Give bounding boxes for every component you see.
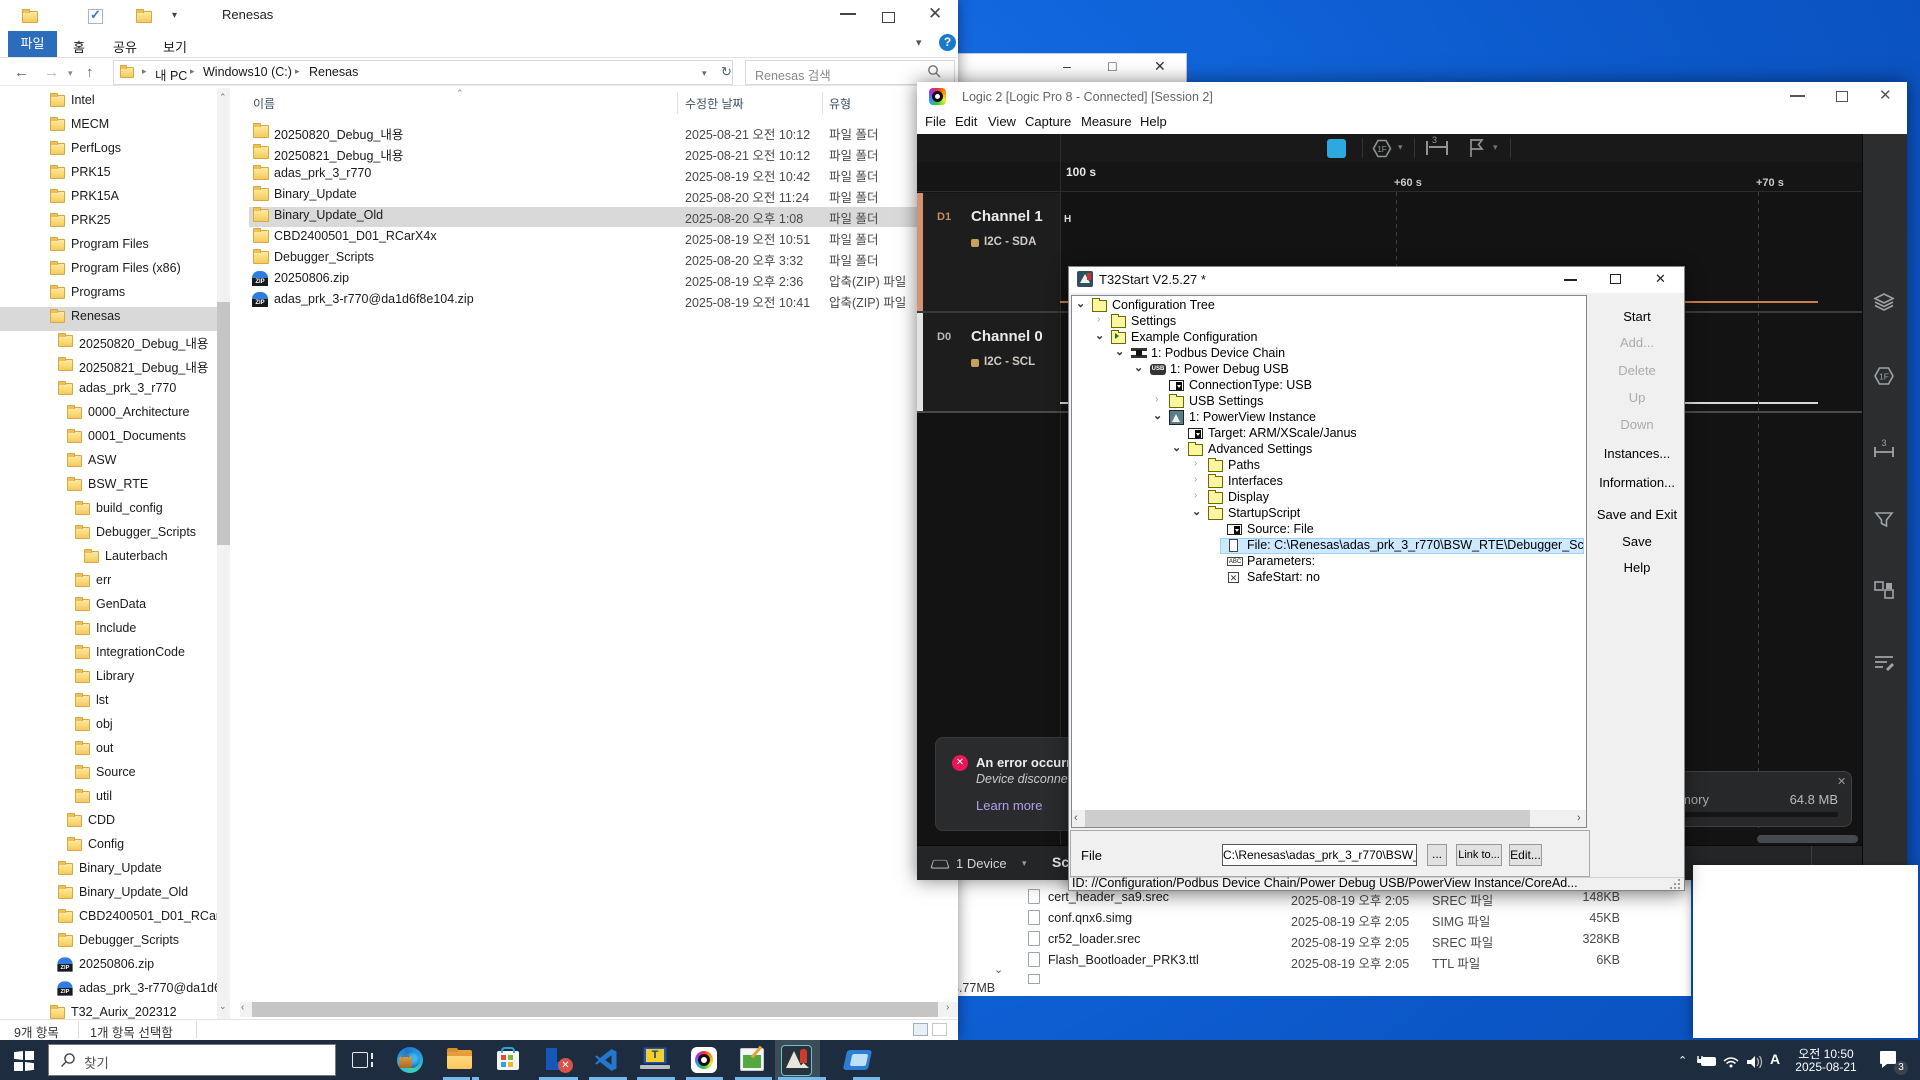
svg-text:3: 3 [1881,439,1886,448]
svg-text:1F: 1F [1879,372,1889,382]
svg-text:1F: 1F [1377,145,1386,154]
